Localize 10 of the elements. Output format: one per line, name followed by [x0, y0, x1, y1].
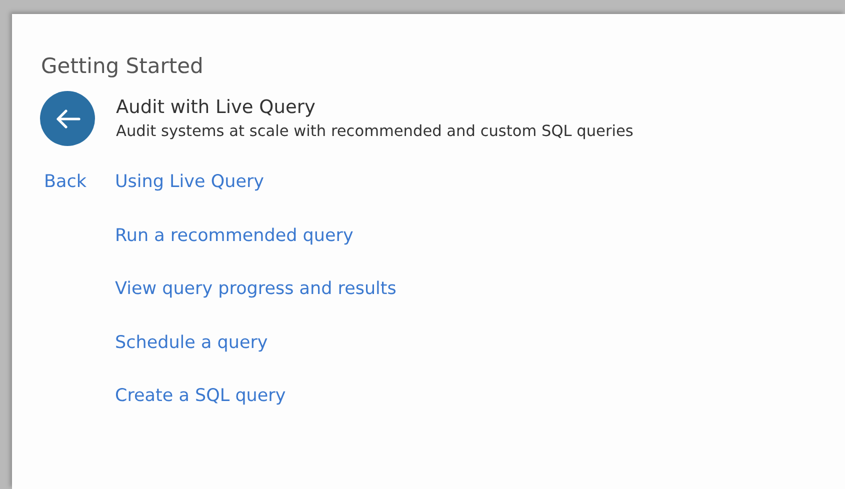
- topic-link[interactable]: Using Live Query: [115, 170, 264, 194]
- topic-link[interactable]: Create a SQL query: [115, 384, 286, 408]
- back-link[interactable]: Back: [44, 172, 86, 192]
- guide-subtitle: Audit systems at scale with recommended and custom SQL queries: [116, 120, 634, 142]
- topic-link[interactable]: View query progress and results: [115, 277, 396, 301]
- topic-link[interactable]: Run a recommended query: [115, 224, 354, 248]
- guide-title: Audit with Live Query: [116, 96, 316, 120]
- back-arrow-icon: [54, 108, 80, 128]
- topic-link[interactable]: Schedule a query: [115, 330, 268, 354]
- panel-title: Getting Started: [41, 54, 204, 78]
